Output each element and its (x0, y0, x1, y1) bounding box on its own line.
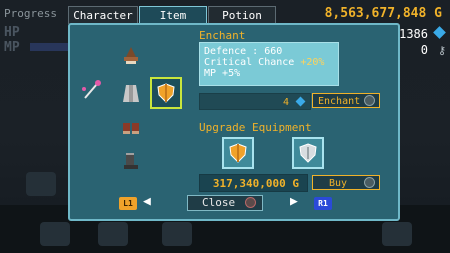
background-potion-icon (40, 222, 70, 246)
upgrade-to-slot (292, 137, 324, 169)
background-pot-icon (26, 172, 56, 196)
stat-critical-value: +20% (300, 57, 325, 68)
gloves-icon[interactable] (120, 117, 142, 139)
hp-label: HP (4, 25, 20, 40)
tab-item[interactable]: Item (139, 6, 207, 24)
stat-critical-label: Critical Chance (204, 57, 295, 68)
key-icon: ⚷ (437, 44, 446, 57)
enchant-title: Enchant (199, 29, 246, 42)
arrow-left-icon[interactable]: ◀ (143, 194, 151, 209)
gem-count: 1386 (399, 27, 428, 41)
stat-critical-chance: Critical Chance +20% (204, 57, 324, 68)
button-prompt-icon (364, 95, 375, 106)
staff-icon[interactable] (80, 79, 102, 101)
silver-shield-icon (299, 143, 317, 163)
robe-icon[interactable] (120, 82, 142, 104)
upgrade-cost: 317,340,000 G (212, 177, 299, 190)
shield-icon (229, 143, 247, 163)
enchant-cost-bar (199, 93, 311, 110)
button-prompt-icon (364, 177, 375, 188)
key-count: 0 (420, 43, 428, 57)
boots-icon[interactable] (120, 150, 142, 172)
shield-icon (157, 83, 175, 103)
enchant-stats-box: Defence : 660 Critical Chance +20% MP +5… (199, 42, 339, 86)
button-prompt-icon (245, 197, 256, 208)
tab-character[interactable]: Character (68, 6, 138, 24)
background-potion-icon (382, 222, 412, 246)
upgrade-title: Upgrade Equipment (199, 121, 312, 134)
shield-slot-selected[interactable] (150, 77, 182, 109)
gold-total: 8,563,677,848 G (324, 6, 442, 21)
upgrade-from-slot (222, 137, 254, 169)
background-potion-icon (98, 222, 128, 246)
arrow-right-icon[interactable]: ▶ (290, 194, 298, 209)
enchant-cost: 4 (283, 97, 290, 108)
upgrade-cost-bar: 317,340,000 G (199, 174, 308, 192)
mp-label: MP (4, 40, 20, 55)
background-potion-icon (162, 222, 192, 246)
stat-mp: MP +5% (204, 68, 241, 79)
mp-bar (30, 43, 68, 51)
tab-potion[interactable]: Potion (208, 6, 276, 24)
progress-label: Progress (4, 7, 57, 20)
helmet-icon[interactable] (120, 45, 142, 67)
stat-defence: Defence : 660 (204, 46, 283, 57)
l1-chip[interactable]: L1 (119, 197, 137, 210)
r1-chip[interactable]: R1 (314, 197, 332, 210)
